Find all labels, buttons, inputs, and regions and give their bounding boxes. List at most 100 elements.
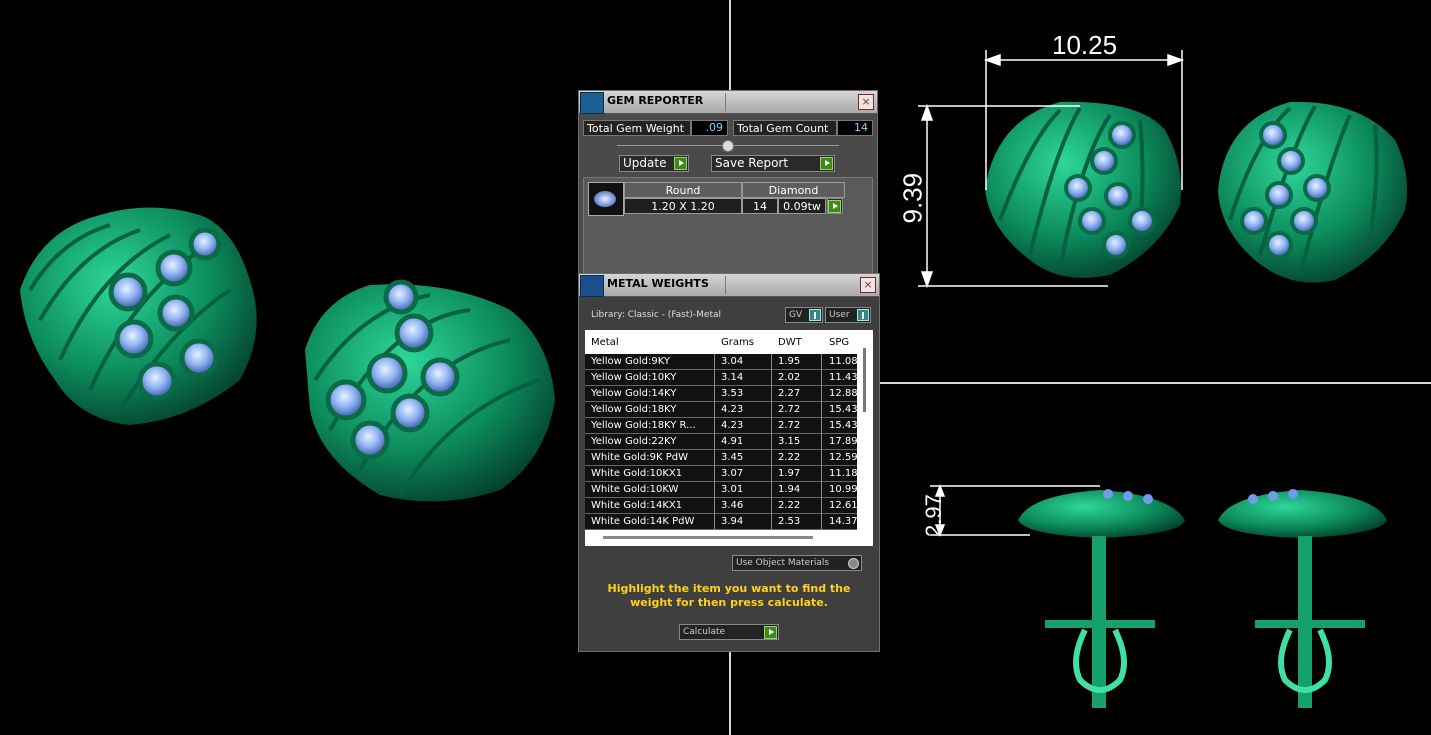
save-report-button[interactable]: Save Report <box>711 155 835 172</box>
dimension-depth: 2.97 <box>921 494 946 537</box>
metal-weights-logo-icon <box>580 275 604 297</box>
metal-table[interactable]: Metal Grams DWT SPG Yellow Gold:9KY 3.04 1… <box>585 330 873 546</box>
gem-shape-header: Round <box>624 182 742 198</box>
table-cell: 4.91 <box>721 436 744 447</box>
hint-text: Highlight the item you want to find the … <box>607 582 851 609</box>
table-cell: 1.95 <box>778 356 801 367</box>
gv-label: GV <box>789 310 803 320</box>
table-cell: 11.08 <box>829 356 858 367</box>
table-row[interactable]: Yellow Gold:14KY 3.53 2.27 12.88 <box>585 386 858 402</box>
dimension-width: 10.25 <box>1052 30 1118 60</box>
shell-perspective-right <box>305 279 555 502</box>
table-cell: 15.43 <box>829 404 858 415</box>
table-cell: 11.43 <box>829 372 858 383</box>
shell-front-view-2 <box>1218 101 1408 283</box>
table-cell: 17.89 <box>829 436 858 447</box>
toggle-icon <box>809 309 821 321</box>
total-gem-count-label: Total Gem Count <box>733 120 837 136</box>
table-cell: 15.43 <box>829 420 858 431</box>
play-icon <box>820 157 833 170</box>
update-button-label: Update <box>623 156 667 170</box>
title-separator <box>725 276 726 294</box>
update-button[interactable]: Update <box>619 155 689 172</box>
total-gem-weight-label: Total Gem Weight <box>583 120 691 136</box>
table-cell: 2.72 <box>778 404 801 415</box>
table-cell: 3.53 <box>721 388 744 399</box>
gem-select-button[interactable] <box>827 198 843 214</box>
column-divider <box>821 354 822 530</box>
gem-count-cell: 14 <box>742 198 778 214</box>
table-cell: 10.99 <box>829 484 858 495</box>
use-object-materials-label: Use Object Materials <box>736 558 830 568</box>
play-icon <box>674 157 687 170</box>
table-cell: White Gold:10KX1 <box>591 468 683 479</box>
table-cell: Yellow Gold:9KY <box>591 356 670 367</box>
title-separator <box>725 93 726 111</box>
table-cell: 2.22 <box>778 452 801 463</box>
table-cell: 3.94 <box>721 516 744 527</box>
metal-weights-titlebar[interactable]: METAL WEIGHTS × <box>579 274 879 297</box>
table-row[interactable]: White Gold:14KX1 3.46 2.22 12.61 <box>585 498 858 514</box>
close-icon[interactable]: × <box>858 94 874 110</box>
table-cell: Yellow Gold:22KY <box>591 436 677 447</box>
table-cell: 2.22 <box>778 500 801 511</box>
gem-weight-cell: 0.09tw <box>778 198 826 214</box>
table-cell: 12.61 <box>829 500 858 511</box>
table-row[interactable]: White Gold:9K PdW 3.45 2.22 12.59 <box>585 450 858 466</box>
gv-toggle[interactable]: GV <box>785 307 823 323</box>
calculate-button[interactable]: Calculate <box>679 624 779 640</box>
table-cell: 2.27 <box>778 388 801 399</box>
calculate-label: Calculate <box>683 627 726 637</box>
play-icon <box>764 626 777 639</box>
table-cell: 3.01 <box>721 484 744 495</box>
table-cell: 2.53 <box>778 516 801 527</box>
table-cell: White Gold:14KX1 <box>591 500 683 511</box>
col-dwt[interactable]: DWT <box>778 337 802 348</box>
table-row[interactable]: White Gold:10KW 3.01 1.94 10.99 <box>585 482 858 498</box>
play-icon <box>828 200 841 213</box>
table-cell: 14.37 <box>829 516 858 527</box>
table-cell: 4.23 <box>721 420 744 431</box>
table-cell: 2.02 <box>778 372 801 383</box>
table-cell: 1.94 <box>778 484 801 495</box>
col-spg[interactable]: SPG <box>829 337 849 348</box>
metal-weights-title: METAL WEIGHTS <box>607 277 709 290</box>
table-row[interactable]: Yellow Gold:18KY 4.23 2.72 15.43 <box>585 402 858 418</box>
user-toggle[interactable]: User <box>825 307 871 323</box>
library-label: Library: Classic - (Fast)-Metal <box>591 310 722 320</box>
col-grams[interactable]: Grams <box>721 337 754 348</box>
use-object-materials-toggle[interactable]: Use Object Materials <box>732 555 862 571</box>
gem-reporter-panel: GEM REPORTER × Total Gem Weight .09 Tota… <box>578 90 878 278</box>
table-cell: 3.15 <box>778 436 801 447</box>
save-report-label: Save Report <box>715 156 789 170</box>
table-row[interactable]: Yellow Gold:18KY R... 4.23 2.72 15.43 <box>585 418 858 434</box>
table-cell: White Gold:10KW <box>591 484 679 495</box>
total-gem-weight-value: .09 <box>691 120 728 136</box>
table-cell: 1.97 <box>778 468 801 479</box>
gem-reporter-titlebar[interactable]: GEM REPORTER × <box>579 91 877 114</box>
table-row[interactable]: Yellow Gold:10KY 3.14 2.02 11.43 <box>585 370 858 386</box>
table-cell: Yellow Gold:18KY R... <box>591 420 696 431</box>
gem-thumbnail-icon[interactable] <box>588 182 624 216</box>
table-cell: White Gold:14K PdW <box>591 516 695 527</box>
table-row[interactable]: Yellow Gold:9KY 3.04 1.95 11.08 <box>585 354 858 370</box>
toggle-icon <box>857 309 869 321</box>
table-cell: 3.07 <box>721 468 744 479</box>
table-row[interactable]: Yellow Gold:22KY 4.91 3.15 17.89 <box>585 434 858 450</box>
table-cell: 11.18 <box>829 468 858 479</box>
collapse-handle-icon[interactable] <box>722 140 734 152</box>
close-icon[interactable]: × <box>860 277 876 293</box>
gem-size-cell: 1.20 X 1.20 <box>624 198 742 214</box>
table-row[interactable]: White Gold:10KX1 3.07 1.97 11.18 <box>585 466 858 482</box>
table-row[interactable]: White Gold:14K PdW 3.94 2.53 14.37 <box>585 514 858 530</box>
user-label: User <box>829 310 850 320</box>
gem-reporter-logo-icon <box>580 92 604 114</box>
table-scrollbar-horizontal[interactable] <box>603 536 813 539</box>
column-divider <box>714 354 715 530</box>
table-header: Metal Grams DWT SPG <box>585 330 865 354</box>
col-metal[interactable]: Metal <box>591 337 619 348</box>
table-cell: 12.88 <box>829 388 858 399</box>
table-scrollbar-vertical[interactable] <box>863 348 866 412</box>
column-divider <box>771 354 772 530</box>
shell-side-view-1 <box>1018 489 1185 708</box>
